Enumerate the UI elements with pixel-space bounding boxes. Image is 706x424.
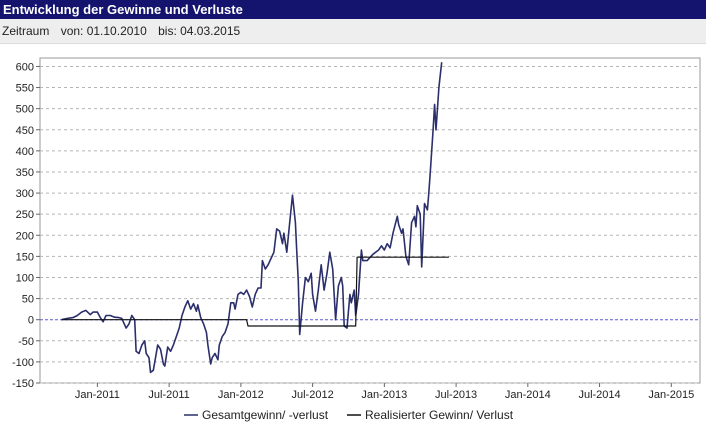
chart-header: Entwicklung der Gewinne und Verluste — [0, 0, 706, 19]
y-tick-label: 500 — [16, 104, 34, 116]
y-tick-label: 200 — [16, 230, 34, 242]
chart-title: Entwicklung der Gewinne und Verluste — [3, 2, 243, 17]
y-axis-ticks: 600550500450400350300250200150100500-50-… — [12, 61, 40, 390]
y-tick-label: 350 — [16, 167, 34, 179]
x-tick-label: Jan-2012 — [218, 389, 264, 401]
y-tick-label: 300 — [16, 188, 34, 200]
series-line-realisiert — [61, 256, 449, 327]
profit-loss-chart: 600550500450400350300250200150100500-50-… — [12, 57, 701, 422]
x-tick-label: Jul-2011 — [148, 389, 189, 401]
x-tick-label: Jan-2014 — [505, 389, 551, 401]
y-tick-label: 150 — [16, 251, 34, 263]
grid-lines — [39, 57, 701, 384]
period-bar: Zeitraum von: 01.10.2010 bis: 04.03.2015 — [0, 19, 706, 44]
x-tick-label: Jan-2011 — [75, 389, 120, 401]
y-tick-label: 450 — [16, 125, 34, 137]
y-tick-label: 550 — [16, 83, 34, 95]
x-tick-label: Jul-2014 — [578, 389, 620, 401]
y-tick-label: 50 — [22, 294, 34, 306]
y-tick-label: 0 — [28, 315, 34, 327]
legend-label-gesamt: Gesamtgewinn/ -verlust — [202, 408, 329, 422]
plot-frame — [39, 57, 701, 384]
x-tick-label: Jul-2012 — [292, 389, 334, 401]
x-axis-ticks: Jan-2011 Jul-2011 Jan-2012 Jul-2012 Jan-2013… — [75, 383, 694, 401]
y-tick-label: 600 — [16, 61, 34, 73]
x-tick-label: Jul-2013 — [435, 389, 477, 401]
y-tick-label: 400 — [16, 146, 34, 158]
y-tick-label: -100 — [12, 357, 34, 369]
y-tick-label: 100 — [16, 272, 34, 284]
period-label: Zeitraum — [2, 24, 50, 38]
period-to: bis: 04.03.2015 — [158, 24, 241, 38]
legend-label-realisiert: Realisierter Gewinn/ Verlust — [365, 408, 514, 422]
chart-legend: Gesamtgewinn/ -verlust Realisierter Gewi… — [184, 408, 514, 422]
x-tick-label: Jan-2013 — [361, 389, 407, 401]
period-from: von: 01.10.2010 — [60, 24, 147, 38]
y-tick-label: 250 — [16, 209, 34, 221]
y-tick-label: -50 — [18, 336, 34, 348]
x-tick-label: Jan-2015 — [648, 389, 694, 401]
y-tick-label: -150 — [12, 378, 34, 390]
